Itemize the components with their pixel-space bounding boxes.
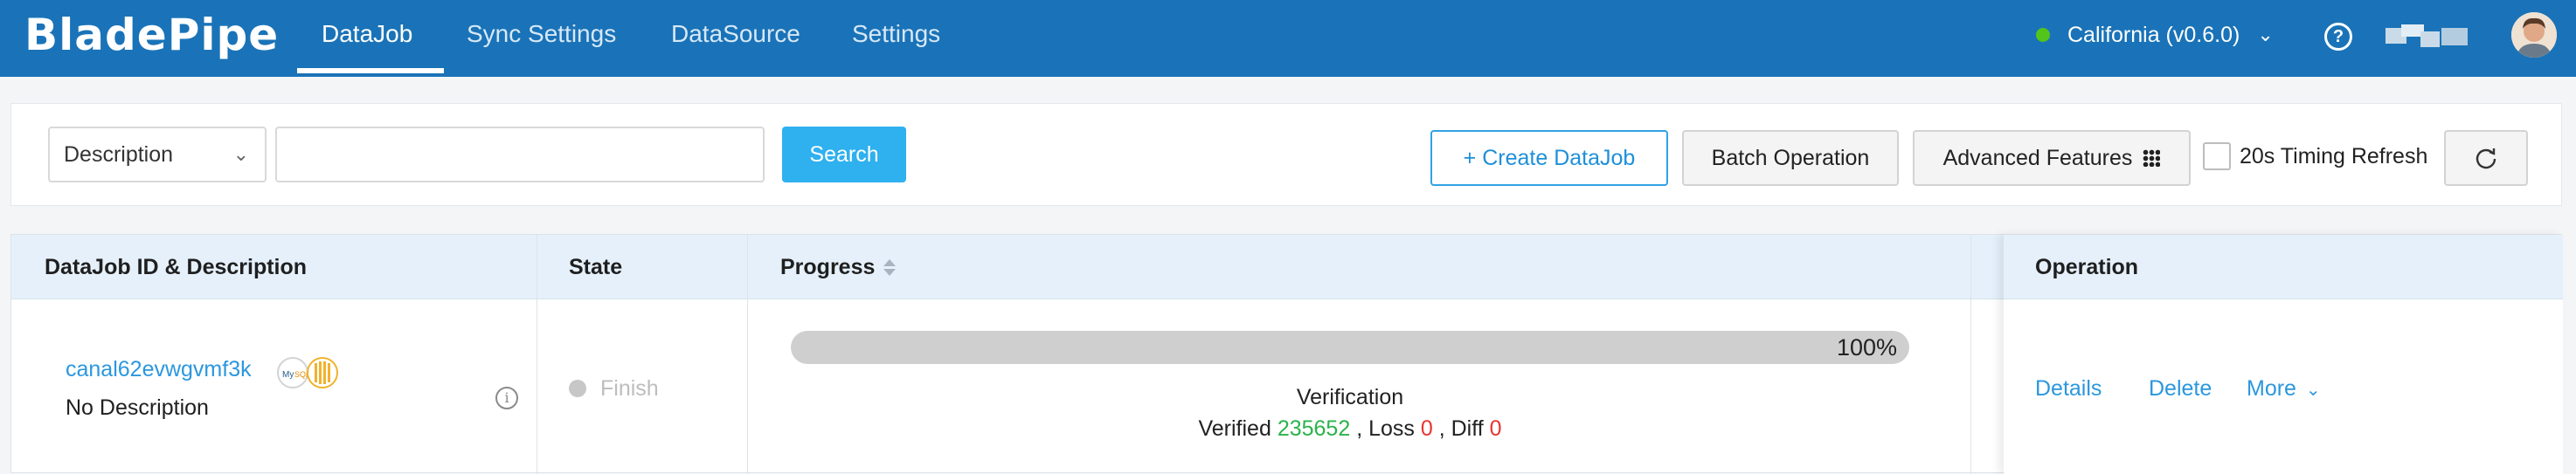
progress-percent: 100%: [1836, 334, 1897, 361]
verification-summary: Verified 235652 , Loss 0 , Diff 0: [791, 416, 1909, 442]
details-link[interactable]: Details: [2035, 376, 2102, 402]
mysql-to-kafka-icon: My SQL: [277, 357, 338, 388]
chevron-down-icon: ⌄: [2305, 381, 2321, 400]
filter-field-select[interactable]: Description ⌄: [48, 127, 267, 182]
region-label: California (v0.6.0): [2067, 22, 2240, 47]
chevron-down-icon: ⌄: [232, 143, 249, 165]
grid-icon: [2143, 149, 2161, 167]
active-nav-indicator: [297, 68, 444, 73]
chevron-down-icon: ⌄: [2257, 24, 2274, 45]
refresh-icon: [2476, 148, 2496, 169]
diff-count: 0: [1489, 416, 1502, 441]
progress-bar-fill: [791, 331, 1909, 364]
search-input[interactable]: [275, 127, 765, 182]
user-avatar[interactable]: [2511, 12, 2557, 58]
timing-refresh-checkbox[interactable]: [2203, 142, 2231, 170]
col-header-progress[interactable]: Progress: [780, 235, 897, 299]
col-header-operation: Operation: [2035, 255, 2139, 279]
progress-bar: 100%: [791, 331, 1909, 364]
col-header-progress-label: Progress: [780, 255, 876, 279]
advanced-features-button[interactable]: Advanced Features: [1913, 130, 2191, 186]
sort-icon[interactable]: [883, 258, 897, 278]
region-status-dot: [2036, 28, 2050, 42]
datajob-description: No Description: [66, 395, 209, 420]
progress-phase: Verification: [1296, 385, 1404, 409]
operation-column-header: Operation: [2004, 235, 2563, 299]
loss-count: 0: [1420, 416, 1433, 441]
datajob-id-link[interactable]: canal62evwgvmf3k: [66, 357, 252, 382]
help-icon[interactable]: ?: [2324, 23, 2352, 51]
filter-field-value: Description: [64, 142, 174, 167]
col-header-state: State: [569, 255, 623, 279]
app-logo[interactable]: BladePipe: [24, 9, 279, 61]
more-dropdown[interactable]: More ⌄: [2247, 376, 2321, 402]
batch-operation-button[interactable]: Batch Operation: [1682, 130, 1899, 186]
loss-label: , Loss: [1356, 416, 1415, 441]
state-status-dot: [569, 380, 586, 397]
state-label: Finish: [600, 376, 659, 401]
filter-toolbar: Description ⌄ Search + Create DataJob Ba…: [10, 103, 2562, 206]
nav-sync-settings[interactable]: Sync Settings: [467, 0, 616, 73]
col-header-id: DataJob ID & Description: [45, 255, 308, 279]
operation-column: Operation Details Delete More ⌄: [2004, 235, 2563, 474]
nav-settings[interactable]: Settings: [852, 0, 940, 73]
verified-label: Verified: [1198, 416, 1271, 441]
region-selector[interactable]: California (v0.6.0) ⌄: [2036, 19, 2274, 51]
search-button[interactable]: Search: [782, 127, 906, 182]
delete-link[interactable]: Delete: [2149, 376, 2212, 402]
more-label: More: [2247, 376, 2296, 401]
top-nav-bar: BladePipe DataJob Sync Settings DataSour…: [0, 0, 2576, 77]
verified-count: 235652: [1277, 416, 1351, 441]
diff-label: , Diff: [1438, 416, 1484, 441]
svg-text:My: My: [282, 370, 294, 380]
refresh-button[interactable]: [2444, 130, 2528, 186]
timing-refresh-label[interactable]: 20s Timing Refresh: [2240, 142, 2427, 170]
nav-datajob[interactable]: DataJob: [322, 0, 412, 73]
create-datajob-button[interactable]: + Create DataJob: [1430, 130, 1668, 186]
account-name-redacted[interactable]: [2386, 24, 2473, 47]
advanced-features-label: Advanced Features: [1942, 146, 2133, 170]
datajob-table: DataJob ID & Description State Progress …: [10, 234, 2563, 474]
info-icon[interactable]: i: [495, 387, 518, 409]
nav-datasource[interactable]: DataSource: [671, 0, 800, 73]
